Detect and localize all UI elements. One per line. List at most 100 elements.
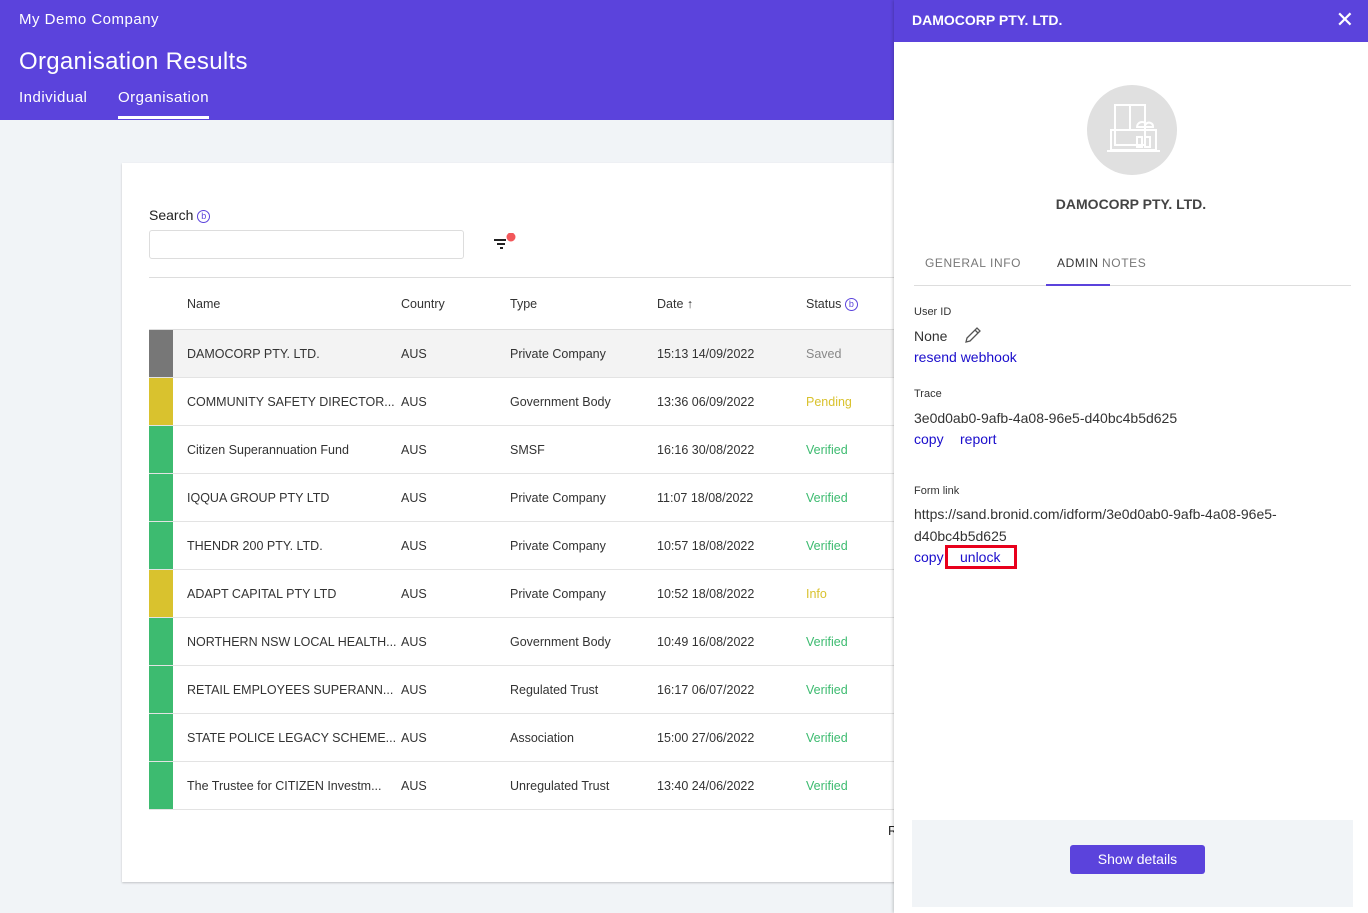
resend-webhook-link[interactable]: resend webhook [914, 349, 1017, 365]
cell-country: AUS [401, 778, 427, 793]
panel-footer: Show details [912, 820, 1353, 907]
filter-icon[interactable] [494, 233, 518, 253]
panel-tabs: GENERAL INFO ADMIN NOTES [914, 245, 1351, 286]
search-input[interactable] [149, 230, 464, 259]
table-row[interactable]: Citizen Superannuation Fund AUS SMSF 16:… [149, 426, 909, 474]
column-status-label: Status [806, 296, 842, 311]
cell-date: 13:36 06/09/2022 [657, 394, 755, 409]
cell-name: Citizen Superannuation Fund [187, 442, 349, 457]
cell-name: IQQUA GROUP PTY LTD [187, 490, 330, 505]
building-icon [1087, 85, 1177, 175]
show-details-button[interactable]: Show details [1070, 845, 1205, 874]
panel-header: DAMOCORP PTY. LTD. ✕ [894, 0, 1368, 42]
status-color-bar [149, 330, 173, 378]
tab-notes[interactable]: NOTES [1102, 256, 1146, 270]
info-icon[interactable]: b [844, 297, 858, 311]
status-color-bar [149, 474, 173, 522]
tab-general-info[interactable]: GENERAL INFO [925, 256, 1021, 270]
table-row[interactable]: COMMUNITY SAFETY DIRECTOR... AUS Governm… [149, 378, 909, 426]
entity-name: DAMOCORP PTY. LTD. [1055, 196, 1207, 212]
cell-name: NORTHERN NSW LOCAL HEALTH... [187, 634, 397, 649]
status-color-bar [149, 666, 173, 714]
table-row[interactable]: IQQUA GROUP PTY LTD AUS Private Company … [149, 474, 909, 522]
copy-trace-link[interactable]: copy [914, 431, 944, 447]
cell-date: 16:16 30/08/2022 [657, 442, 755, 457]
color-column-header [149, 278, 173, 330]
user-id-label: User ID [914, 306, 952, 318]
column-type[interactable]: Type [510, 278, 657, 330]
cell-date: 15:00 27/06/2022 [657, 730, 755, 745]
panel-title: DAMOCORP PTY. LTD. [912, 12, 1063, 28]
cell-date: 13:40 24/06/2022 [657, 778, 755, 793]
trace-value: 3e0d0ab0-9afb-4a08-96e5-d40bc4b5d625 [914, 410, 1178, 426]
user-id-value: None [914, 328, 948, 344]
tab-individual[interactable]: Individual [19, 89, 87, 116]
cell-type: SMSF [510, 442, 545, 457]
column-date-label: Date [657, 296, 684, 311]
edit-pencil-icon[interactable] [964, 326, 982, 344]
cell-country: AUS [401, 634, 427, 649]
cell-type: Government Body [510, 394, 611, 409]
cell-date: 15:13 14/09/2022 [657, 346, 755, 361]
cell-name: THENDR 200 PTY. LTD. [187, 538, 323, 553]
results-table: Name Country Type Date ↑ Status b DAMOCO… [149, 277, 909, 810]
app-header: My Demo Company Organisation Results Ind… [0, 0, 894, 120]
table-row[interactable]: DAMOCORP PTY. LTD. AUS Private Company 1… [149, 329, 909, 378]
status-color-bar [149, 426, 173, 474]
table-header: Name Country Type Date ↑ Status b [149, 277, 909, 330]
table-row[interactable]: NORTHERN NSW LOCAL HEALTH... AUS Governm… [149, 618, 909, 666]
detail-panel: DAMOCORP PTY. LTD. ✕ DAMOCORP PTY. LTD. G… [894, 0, 1368, 913]
status-color-bar [149, 762, 173, 810]
column-country[interactable]: Country [401, 278, 510, 330]
cell-country: AUS [401, 442, 427, 457]
form-link-line-2: d40bc4b5d625 [914, 528, 1007, 544]
table-row[interactable]: RETAIL EMPLOYEES SUPERANN... AUS Regulat… [149, 666, 909, 714]
sort-ascending-icon: ↑ [686, 296, 694, 311]
cell-date: 10:52 18/08/2022 [657, 586, 755, 601]
cell-name: The Trustee for CITIZEN Investm... [187, 778, 382, 793]
report-link[interactable]: report [960, 431, 997, 447]
cell-country: AUS [401, 346, 427, 361]
status-color-bar [149, 378, 173, 426]
cell-type: Private Company [510, 538, 606, 553]
close-icon[interactable]: ✕ [1336, 7, 1354, 33]
table-row[interactable]: STATE POLICE LEGACY SCHEME... AUS Associ… [149, 714, 909, 762]
status-color-bar [149, 570, 173, 618]
unlock-link[interactable]: unlock [945, 545, 1018, 569]
cell-country: AUS [401, 586, 427, 601]
cell-country: AUS [401, 394, 427, 409]
results-card: Search b Name Country Type Date ↑ Status… [122, 163, 909, 882]
cell-country: AUS [401, 682, 427, 697]
table-row[interactable]: ADAPT CAPITAL PTY LTD AUS Private Compan… [149, 570, 909, 618]
cell-type: Private Company [510, 586, 606, 601]
info-icon[interactable]: b [197, 210, 211, 223]
tab-organisation[interactable]: Organisation [118, 89, 210, 119]
cell-date: 11:07 18/08/2022 [657, 490, 754, 505]
table-row[interactable]: The Trustee for CITIZEN Investm... AUS U… [149, 762, 909, 810]
form-link-line-1: https://sand.bronid.com/idform/3e0d0ab0-… [914, 506, 1277, 522]
form-link-label: Form link [914, 485, 960, 497]
search-label-text: Search [149, 207, 194, 223]
cell-date: 16:17 06/07/2022 [657, 682, 755, 697]
trace-label: Trace [914, 388, 942, 400]
cell-date: 10:49 16/08/2022 [657, 634, 755, 649]
cell-name: DAMOCORP PTY. LTD. [187, 346, 320, 361]
cell-country: AUS [401, 730, 427, 745]
table-row[interactable]: THENDR 200 PTY. LTD. AUS Private Company… [149, 522, 909, 570]
search-label: Search b [149, 207, 211, 223]
cell-name: RETAIL EMPLOYEES SUPERANN... [187, 682, 394, 697]
cell-country: AUS [401, 538, 427, 553]
copy-form-link[interactable]: copy [914, 549, 944, 565]
tab-admin[interactable]: ADMIN [1046, 256, 1110, 286]
cell-type: Association [510, 730, 574, 745]
cell-name: STATE POLICE LEGACY SCHEME... [187, 730, 397, 745]
cell-type: Private Company [510, 346, 606, 361]
company-name: My Demo Company [19, 11, 160, 28]
column-name[interactable]: Name [173, 278, 401, 330]
cell-type: Unregulated Trust [510, 778, 610, 793]
column-date[interactable]: Date ↑ [657, 278, 806, 330]
cell-date: 10:57 18/08/2022 [657, 538, 755, 553]
status-color-bar [149, 522, 173, 570]
status-color-bar [149, 714, 173, 762]
cell-type: Government Body [510, 634, 611, 649]
